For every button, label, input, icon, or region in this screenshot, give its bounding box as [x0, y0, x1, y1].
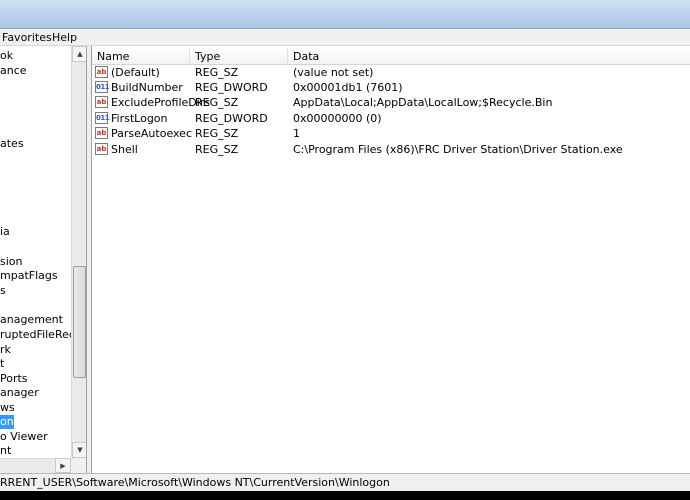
- string-value-icon: ab: [95, 143, 108, 155]
- registry-editor-body: ok ance ates ia sion mpatFlags s anageme…: [0, 46, 690, 473]
- tree-item[interactable]: ia: [0, 225, 10, 239]
- value-data: C:\Program Files (x86)\FRC Driver Statio…: [293, 143, 623, 156]
- value-name: BuildNumber: [111, 81, 183, 94]
- tree-item[interactable]: ates: [0, 137, 24, 151]
- value-type: REG_SZ: [195, 96, 239, 109]
- tree-item[interactable]: anager: [0, 386, 39, 400]
- column-header-type[interactable]: Type: [190, 48, 288, 65]
- tree-item[interactable]: o Viewer: [0, 430, 48, 444]
- value-name: (Default): [111, 66, 160, 79]
- tree-scroll-thumb[interactable]: [73, 266, 86, 378]
- string-value-icon: ab: [95, 127, 108, 139]
- scrollbar-corner: [71, 458, 86, 473]
- tree-item-label: on: [0, 415, 14, 428]
- value-type: REG_DWORD: [195, 81, 268, 94]
- value-type: REG_SZ: [195, 127, 239, 140]
- status-bar: RRENT_USER\Software\Microsoft\Windows NT…: [0, 473, 690, 491]
- menu-bar: Favorites Help: [0, 29, 690, 46]
- dword-value-icon: 011: [95, 112, 110, 124]
- tree-item[interactable]: t: [0, 357, 4, 371]
- string-value-icon: ab: [95, 96, 108, 108]
- string-value-icon: ab: [95, 66, 108, 78]
- tree-vertical-scrollbar[interactable]: ▲ ▼: [71, 46, 86, 458]
- tree-item[interactable]: rk: [0, 343, 11, 357]
- scroll-down-arrow-icon[interactable]: ▼: [72, 442, 86, 458]
- scroll-right-arrow-icon[interactable]: ▶: [55, 458, 71, 473]
- value-name: ParseAutoexec: [111, 127, 193, 140]
- value-name: Shell: [111, 143, 138, 156]
- status-key-path: RRENT_USER\Software\Microsoft\Windows NT…: [0, 476, 390, 489]
- tree-item[interactable]: Ports: [0, 372, 28, 386]
- tree-item[interactable]: mpatFlags: [0, 269, 58, 283]
- list-item[interactable]: ab Shell REG_SZ C:\Program Files (x86)\F…: [92, 142, 690, 157]
- value-type: REG_DWORD: [195, 112, 268, 125]
- window-bottom-edge: [0, 491, 690, 500]
- list-item[interactable]: ab ParseAutoexec REG_SZ 1: [92, 126, 690, 141]
- list-header: Name Type Data: [92, 48, 690, 65]
- tree-item[interactable]: ok: [0, 49, 13, 63]
- list-item[interactable]: ab (Default) REG_SZ (value not set): [92, 65, 690, 80]
- key-tree-pane: ok ance ates ia sion mpatFlags s anageme…: [0, 46, 87, 473]
- column-header-name[interactable]: Name: [92, 48, 190, 65]
- window-titlebar[interactable]: [0, 0, 690, 29]
- tree-horizontal-scrollbar[interactable]: ▶: [0, 458, 71, 473]
- value-data: AppData\Local;AppData\LocalLow;$Recycle.…: [293, 96, 553, 109]
- list-item[interactable]: 011 FirstLogon REG_DWORD 0x00000000 (0): [92, 111, 690, 126]
- tree-item[interactable]: ance: [0, 64, 27, 78]
- menu-help[interactable]: Help: [52, 31, 77, 44]
- value-data: 0x00000000 (0): [293, 112, 382, 125]
- list-item[interactable]: ab ExcludeProfileDirs REG_SZ AppData\Loc…: [92, 95, 690, 110]
- scroll-up-arrow-icon[interactable]: ▲: [72, 46, 86, 62]
- list-item[interactable]: 011 BuildNumber REG_DWORD 0x00001db1 (76…: [92, 80, 690, 95]
- value-data: (value not set): [293, 66, 374, 79]
- value-data: 1: [293, 127, 300, 140]
- value-name: FirstLogon: [111, 112, 168, 125]
- dword-value-icon: 011: [95, 81, 110, 93]
- values-list-pane: Name Type Data ab (Default) REG_SZ (valu…: [91, 46, 690, 473]
- tree-item[interactable]: anagement: [0, 313, 63, 327]
- column-header-data[interactable]: Data: [288, 48, 690, 65]
- tree-item[interactable]: nt: [0, 444, 11, 458]
- value-data: 0x00001db1 (7601): [293, 81, 403, 94]
- value-type: REG_SZ: [195, 66, 239, 79]
- tree-item[interactable]: ws: [0, 401, 15, 415]
- value-type: REG_SZ: [195, 143, 239, 156]
- tree-item[interactable]: sion: [0, 255, 23, 269]
- tree-item[interactable]: s: [0, 284, 6, 298]
- tree-item-winlogon-selected[interactable]: on: [0, 415, 14, 429]
- menu-favorites[interactable]: Favorites: [2, 31, 52, 44]
